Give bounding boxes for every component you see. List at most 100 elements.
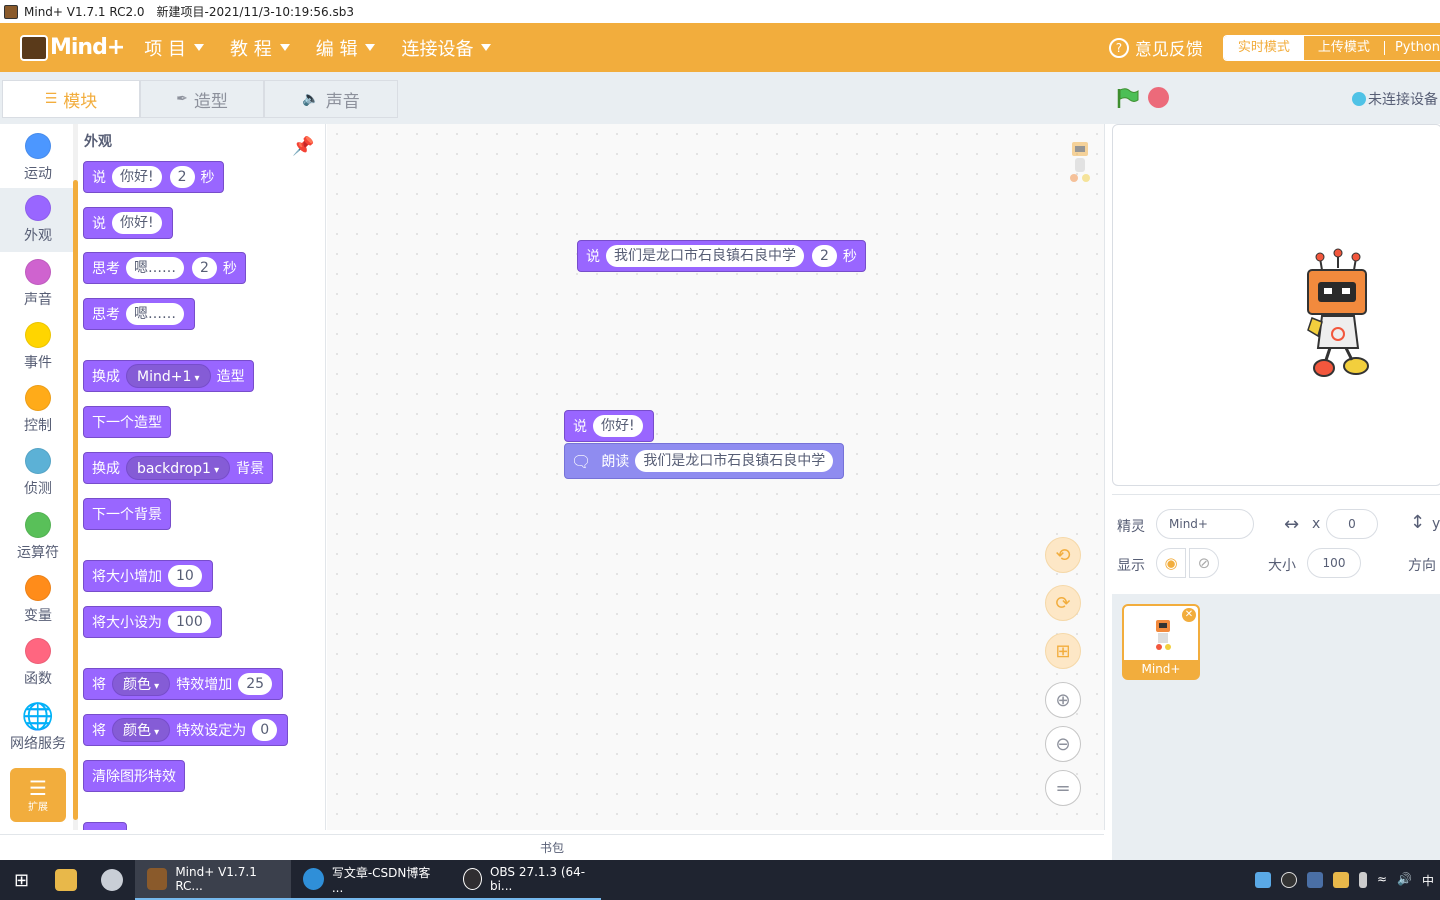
caret-down-icon	[481, 44, 492, 51]
category-operators[interactable]: 运算符	[0, 505, 76, 569]
block-set-effect[interactable]: 将颜色特效设定为 0	[83, 714, 289, 746]
sprite-name-input[interactable]: Mind+	[1156, 509, 1254, 539]
taskbar-mindplus[interactable]: Mind+ V1.7.1 RC...	[135, 860, 292, 900]
menu-connect-device[interactable]: 连接设备	[401, 35, 492, 61]
tray-app-icon[interactable]	[1254, 872, 1271, 888]
tab-sounds[interactable]: 🔈 声音	[264, 80, 398, 118]
block-input[interactable]: 25	[238, 673, 273, 695]
block-change-effect[interactable]: 将颜色特效增加 25	[83, 668, 284, 700]
palette-icon	[101, 869, 124, 891]
block-input[interactable]: 2	[169, 166, 195, 188]
sprite-card[interactable]: ✕ Mind+	[1122, 604, 1200, 680]
block-next-costume[interactable]: 下一个造型	[83, 406, 171, 438]
python-mode-button[interactable]: Python	[1385, 36, 1440, 60]
category-network[interactable]: 🌐 网络服务	[0, 696, 76, 760]
stop-button[interactable]	[1148, 87, 1169, 108]
zoom-out-button[interactable]: ⊖	[1045, 726, 1081, 762]
microphone-icon[interactable]	[1358, 872, 1367, 888]
block-input[interactable]: 你好!	[593, 415, 643, 437]
mindplus-robot-sprite[interactable]	[1300, 248, 1376, 382]
block-text: 清除图形特效	[92, 769, 176, 785]
block-input[interactable]: 0	[252, 719, 278, 741]
undo-button[interactable]: ⟲	[1045, 537, 1081, 573]
feedback-button[interactable]: ? 意见反馈	[1108, 35, 1203, 60]
block-say-for-secs[interactable]: 说你好! 2 秒	[83, 161, 224, 193]
tray-obs-icon[interactable]	[1280, 872, 1297, 888]
show-sprite-button[interactable]: ◉	[1156, 548, 1186, 578]
block-next-backdrop[interactable]: 下一个背景	[83, 498, 171, 530]
mindplus-logo[interactable]: Mind+	[20, 34, 125, 61]
category-sensing[interactable]: 侦测	[0, 441, 76, 505]
brush-icon: ✒	[176, 91, 188, 107]
block-partial[interactable]	[83, 822, 127, 830]
taskbar-browser[interactable]: 写文章-CSDN博客 ...	[291, 860, 452, 900]
crop-button[interactable]: ⊞	[1045, 633, 1081, 669]
category-control[interactable]: 控制	[0, 378, 76, 442]
crop-icon: ⊞	[1055, 640, 1071, 662]
category-sound[interactable]: 声音	[0, 252, 76, 316]
block-input[interactable]: 你好!	[112, 212, 162, 234]
tab-blocks[interactable]: ☰ 模块	[2, 80, 140, 118]
category-functions[interactable]: 函数	[0, 631, 76, 695]
effect-dropdown[interactable]: 颜色	[112, 718, 171, 742]
extension-button[interactable]: ☰ 扩展	[10, 768, 66, 822]
block-think[interactable]: 思考 嗯……	[83, 298, 195, 330]
zoom-in-button[interactable]: ⊕	[1045, 682, 1081, 718]
category-variables[interactable]: 变量	[0, 568, 76, 632]
block-input[interactable]: 100	[168, 611, 211, 633]
menu-edit[interactable]: 编 辑	[316, 35, 376, 61]
block-think-for-secs[interactable]: 思考 嗯…… 2 秒	[83, 252, 246, 284]
tray-network-app-icon[interactable]	[1306, 872, 1323, 888]
block-input[interactable]: 2	[812, 245, 837, 267]
block-input[interactable]: 2	[192, 257, 217, 279]
script-block-speak[interactable]: 🗨 朗读 我们是龙口市石良镇石良中学	[564, 443, 845, 479]
tab-costumes[interactable]: ✒ 造型	[140, 80, 264, 118]
hide-sprite-button[interactable]: ⊘	[1189, 548, 1219, 578]
category-looks[interactable]: 外观	[0, 188, 76, 252]
block-input[interactable]: 你好!	[112, 166, 162, 188]
ime-indicator[interactable]: 中	[1422, 872, 1434, 888]
block-input[interactable]: 10	[168, 565, 202, 587]
block-set-size[interactable]: 将大小设为 100	[83, 606, 222, 638]
block-input[interactable]: 嗯……	[126, 303, 184, 325]
stage[interactable]	[1112, 124, 1440, 486]
upload-mode-button[interactable]: 上传模式	[1304, 36, 1384, 60]
menu-tutorial[interactable]: 教 程	[230, 35, 290, 61]
block-switch-backdrop[interactable]: 换成 backdrop1 背景	[83, 452, 274, 484]
backdrop-dropdown[interactable]: backdrop1	[126, 456, 231, 480]
script-block-say[interactable]: 说你好!	[564, 410, 654, 442]
costume-dropdown[interactable]: Mind+1	[126, 364, 211, 388]
taskbar-obs[interactable]: OBS 27.1.3 (64-bi...	[451, 860, 602, 900]
backpack-bar[interactable]: 书包	[0, 834, 1104, 860]
script-block-say-for-secs[interactable]: 说我们是龙口市石良镇石良中学 2 秒	[577, 240, 866, 272]
category-label: 变量	[24, 608, 52, 624]
category-events[interactable]: 事件	[0, 315, 76, 379]
category-motion[interactable]: 运动	[0, 126, 76, 190]
sound-dot-icon	[25, 259, 51, 285]
block-say[interactable]: 说你好!	[83, 207, 173, 239]
block-switch-costume[interactable]: 换成 Mind+1 造型	[83, 360, 254, 392]
pin-icon[interactable]: 📌	[292, 136, 314, 157]
redo-button[interactable]: ⟳	[1045, 585, 1081, 621]
connection-status[interactable]: 未连接设备	[1352, 89, 1438, 109]
paint-button[interactable]	[89, 860, 135, 900]
delete-sprite-icon[interactable]: ✕	[1182, 608, 1196, 622]
block-input[interactable]: 嗯……	[126, 257, 184, 279]
file-explorer-button[interactable]	[43, 860, 89, 900]
block-text: 将	[92, 723, 106, 739]
shield-icon[interactable]	[1332, 872, 1349, 888]
wifi-icon[interactable]: ≈	[1377, 872, 1387, 888]
effect-dropdown[interactable]: 颜色	[112, 672, 171, 696]
x-input[interactable]: 0	[1326, 509, 1378, 539]
block-change-size[interactable]: 将大小增加 10	[83, 560, 213, 592]
size-input[interactable]: 100	[1307, 548, 1361, 578]
green-flag-icon[interactable]	[1116, 87, 1140, 109]
volume-icon[interactable]: 🔊	[1397, 872, 1412, 888]
block-clear-effects[interactable]: 清除图形特效	[83, 760, 185, 792]
realtime-mode-button[interactable]: 实时模式	[1223, 35, 1304, 60]
block-input[interactable]: 我们是龙口市石良镇石良中学	[635, 450, 834, 472]
start-button[interactable]: ⊞	[0, 860, 43, 900]
menu-project[interactable]: 项 目	[144, 35, 205, 61]
block-input[interactable]: 我们是龙口市石良镇石良中学	[606, 245, 804, 267]
zoom-reset-button[interactable]: =	[1045, 770, 1081, 806]
